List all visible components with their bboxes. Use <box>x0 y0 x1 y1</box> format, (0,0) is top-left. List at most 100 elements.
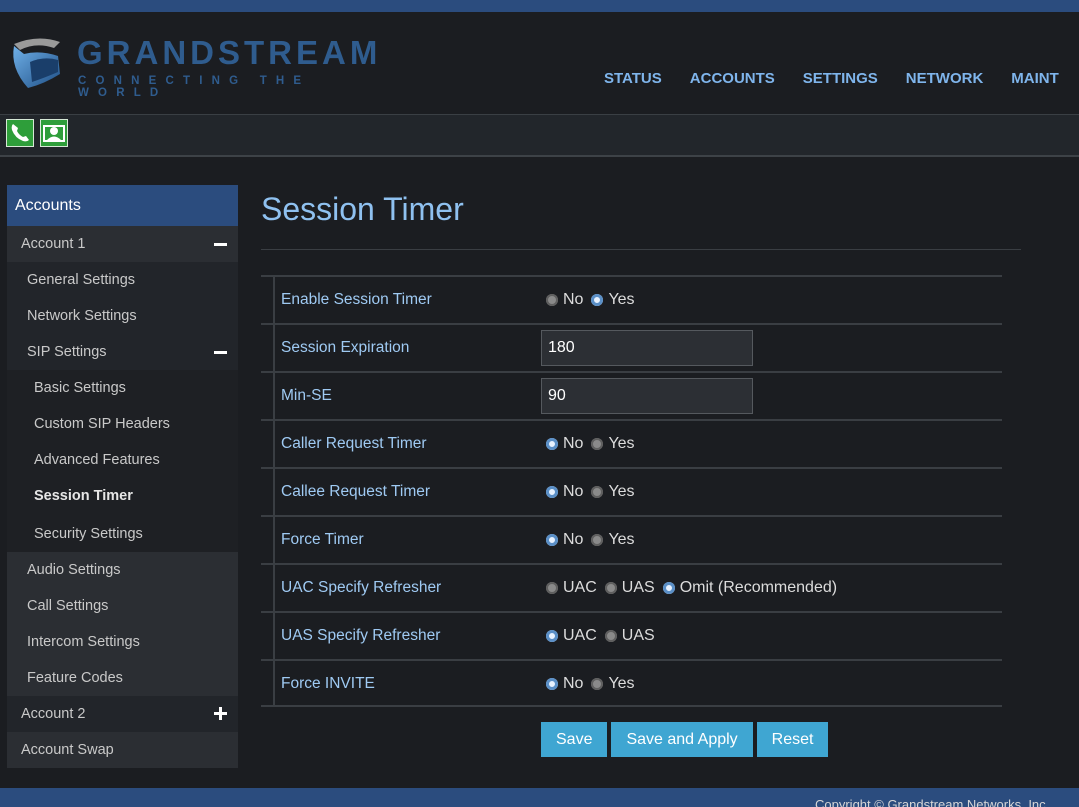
option-label: UAS <box>621 627 655 644</box>
row-caller-request-timer: Caller Request Timer No Yes <box>261 419 1002 467</box>
grandstream-logo[interactable]: GRANDSTREAM CONNECTING THE WORLD <box>10 34 400 104</box>
row-marker <box>273 373 275 419</box>
sidebar-item-network-settings[interactable]: Network Settings <box>7 298 238 334</box>
sidebar-item-general-settings[interactable]: General Settings <box>7 262 238 298</box>
force-invite-label: Force INVITE <box>281 675 375 692</box>
sidebar-item-label: Account 2 <box>21 706 86 722</box>
enable-session-timer-control: No Yes <box>546 277 643 323</box>
force-invite-no-radio[interactable] <box>546 678 558 690</box>
caller-request-timer-yes-radio[interactable] <box>591 438 604 450</box>
form-buttons: Save Save and Apply Reset <box>541 722 832 757</box>
nav-network[interactable]: NETWORK <box>906 70 984 87</box>
session-expiration-label: Session Expiration <box>281 339 410 356</box>
collapse-icon[interactable] <box>214 351 227 354</box>
force-invite-yes-radio[interactable] <box>591 678 604 690</box>
row-session-expiration: Session Expiration <box>261 323 1002 371</box>
nav-maintenance[interactable]: MAINT <box>1011 70 1059 87</box>
uac-refresher-omit-radio[interactable] <box>662 582 675 594</box>
uac-refresher-uas-radio[interactable] <box>604 582 617 594</box>
force-timer-no-radio[interactable] <box>546 534 558 546</box>
phone-button[interactable] <box>6 119 34 147</box>
sidebar: Accounts Account 1 General Settings Netw… <box>7 185 238 768</box>
force-invite-control: No Yes <box>546 661 643 707</box>
option-label: No <box>563 435 584 452</box>
sidebar-item-account-1[interactable]: Account 1 <box>7 226 238 262</box>
session-timer-form: Enable Session Timer No Yes Session Expi… <box>261 275 1002 707</box>
top-navigation: STATUS ACCOUNTS SETTINGS NETWORK MAINT <box>604 70 1079 87</box>
contact-icon <box>43 125 65 142</box>
min-se-input[interactable] <box>541 378 753 414</box>
uas-refresher-uas-radio[interactable] <box>604 630 617 642</box>
copyright-text: Copyright © Grandstream Networks, Inc. <box>815 797 1050 807</box>
session-expiration-control <box>541 325 753 371</box>
option-label: Yes <box>608 435 635 452</box>
option-label: Yes <box>608 483 635 500</box>
force-timer-label: Force Timer <box>281 531 364 548</box>
row-uac-specify-refresher: UAC Specify Refresher UAC UAS Omit (Reco… <box>261 563 1002 611</box>
enable-session-timer-yes-radio[interactable] <box>591 294 604 306</box>
sidebar-item-label: SIP Settings <box>27 344 107 360</box>
option-label: No <box>563 483 584 500</box>
force-timer-yes-radio[interactable] <box>591 534 604 546</box>
sidebar-item-sip-settings[interactable]: SIP Settings <box>7 334 238 370</box>
session-expiration-input[interactable] <box>541 330 753 366</box>
sidebar-item-custom-sip-headers[interactable]: Custom SIP Headers <box>7 406 238 442</box>
sidebar-item-advanced-features[interactable]: Advanced Features <box>7 442 238 478</box>
callee-request-timer-label: Callee Request Timer <box>281 483 431 500</box>
sidebar-header-accounts[interactable]: Accounts <box>7 185 238 226</box>
sidebar-item-label: Account 1 <box>21 236 86 252</box>
header: GRANDSTREAM CONNECTING THE WORLD STATUS … <box>0 12 1079 114</box>
callee-request-timer-yes-radio[interactable] <box>591 486 604 498</box>
uac-specify-refresher-control: UAC UAS Omit (Recommended) <box>546 565 845 611</box>
option-label: Yes <box>608 291 635 308</box>
save-and-apply-button[interactable]: Save and Apply <box>611 722 753 757</box>
nav-accounts[interactable]: ACCOUNTS <box>690 70 775 87</box>
option-label: Yes <box>608 531 635 548</box>
enable-session-timer-no-radio[interactable] <box>546 294 558 306</box>
row-marker <box>273 421 275 467</box>
title-divider <box>261 249 1021 250</box>
caller-request-timer-label: Caller Request Timer <box>281 435 427 452</box>
nav-status[interactable]: STATUS <box>604 70 662 87</box>
globe-logo-icon <box>13 38 60 88</box>
sidebar-item-call-settings[interactable]: Call Settings <box>7 588 238 624</box>
row-force-timer: Force Timer No Yes <box>261 515 1002 563</box>
callee-request-timer-control: No Yes <box>546 469 643 515</box>
uac-refresher-uac-radio[interactable] <box>546 582 558 594</box>
contacts-button[interactable] <box>40 119 68 147</box>
row-enable-session-timer: Enable Session Timer No Yes <box>261 275 1002 323</box>
page-title: Session Timer <box>261 191 464 227</box>
collapse-icon[interactable] <box>214 243 227 246</box>
phone-icon <box>11 124 29 142</box>
uas-specify-refresher-control: UAC UAS <box>546 613 663 659</box>
sidebar-item-account-2[interactable]: Account 2 <box>7 696 238 732</box>
uas-refresher-uac-radio[interactable] <box>546 630 558 642</box>
option-label: UAS <box>621 579 655 596</box>
callee-request-timer-no-radio[interactable] <box>546 486 558 498</box>
sidebar-item-audio-settings[interactable]: Audio Settings <box>7 552 238 588</box>
sidebar-item-security-settings[interactable]: Security Settings <box>7 514 238 552</box>
row-marker <box>273 469 275 515</box>
row-marker <box>273 613 275 659</box>
row-uas-specify-refresher: UAS Specify Refresher UAC UAS <box>261 611 1002 659</box>
sidebar-item-basic-settings[interactable]: Basic Settings <box>7 370 238 406</box>
sidebar-item-intercom-settings[interactable]: Intercom Settings <box>7 624 238 660</box>
force-timer-control: No Yes <box>546 517 643 563</box>
nav-settings[interactable]: SETTINGS <box>803 70 878 87</box>
sidebar-item-session-timer[interactable]: Session Timer <box>7 478 238 514</box>
option-label: No <box>563 675 584 692</box>
sidebar-item-account-swap[interactable]: Account Swap <box>7 732 238 768</box>
caller-request-timer-control: No Yes <box>546 421 643 467</box>
caller-request-timer-no-radio[interactable] <box>546 438 558 450</box>
brand-tagline: CONNECTING THE WORLD <box>78 75 311 99</box>
reset-button[interactable]: Reset <box>756 722 829 757</box>
row-min-se: Min-SE <box>261 371 1002 419</box>
save-button[interactable]: Save <box>541 722 608 757</box>
sidebar-item-feature-codes[interactable]: Feature Codes <box>7 660 238 696</box>
row-marker <box>273 661 275 707</box>
row-marker <box>273 325 275 371</box>
option-label: Omit (Recommended) <box>679 579 838 596</box>
uac-specify-refresher-label: UAC Specify Refresher <box>281 579 442 596</box>
brand-name: GRANDSTREAM <box>77 34 382 71</box>
top-strip <box>0 0 1079 12</box>
